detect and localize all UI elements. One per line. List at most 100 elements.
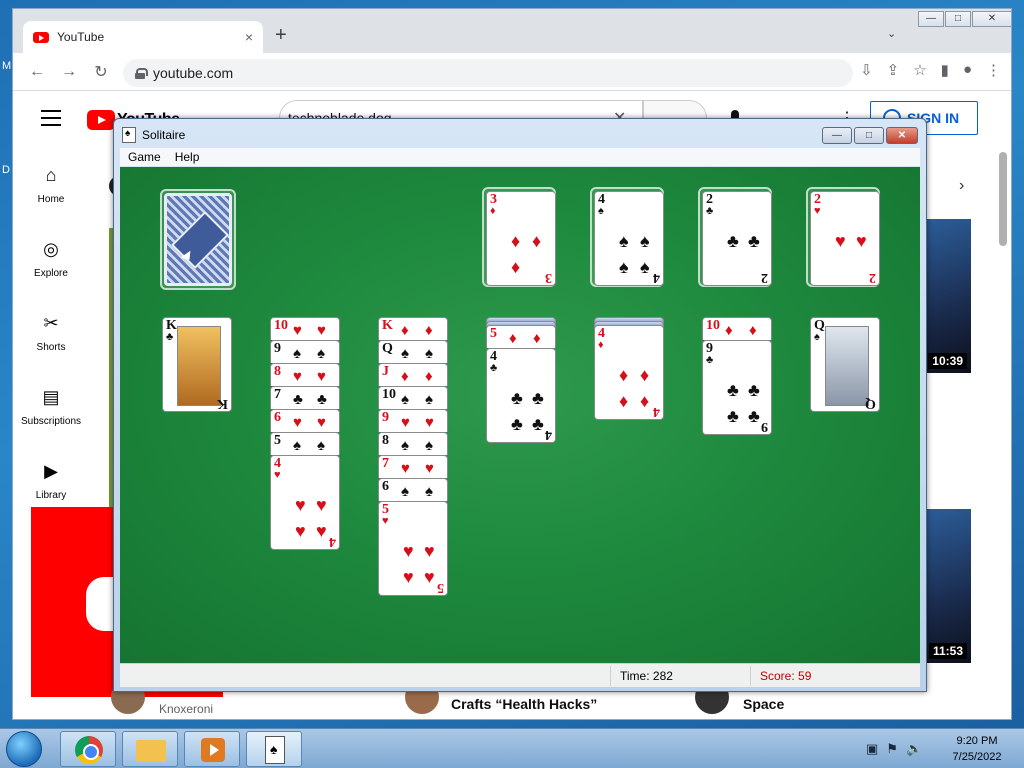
card-suit: ♦ <box>533 330 541 347</box>
tableau-card[interactable]: 8 ♥ ♥ <box>270 363 340 386</box>
card-suit: ♥ <box>401 460 410 477</box>
chrome-menu-icon[interactable]: ⋮ <box>986 61 1001 79</box>
video-thumbnail-1[interactable]: 10:39 <box>921 219 971 373</box>
maximize-button[interactable]: □ <box>945 11 971 27</box>
tableau-card[interactable]: J ♦ ♦ <box>378 363 448 386</box>
share-icon[interactable]: ⇪ <box>887 61 900 79</box>
tab-close-icon[interactable]: × <box>245 29 253 45</box>
tableau-card[interactable]: 5 ♥ ♥ ♥ ♥ ♥ 5 <box>378 501 448 596</box>
minimize-button[interactable]: — <box>822 127 852 144</box>
tableau-card[interactable]: 10 ♠ ♠ <box>378 386 448 409</box>
tab-youtube[interactable]: YouTube × <box>23 21 263 53</box>
sidebar-item-explore[interactable]: ◎ Explore <box>13 222 89 296</box>
tableau-card[interactable]: 6 ♥ ♥ <box>270 409 340 432</box>
tableau-card[interactable]: Q ♠ Q <box>810 317 880 412</box>
menu-game[interactable]: Game <box>128 150 161 164</box>
install-icon[interactable]: ⇩ <box>860 61 873 79</box>
score: Score: 59 <box>760 669 811 683</box>
reload-button[interactable]: ↻ <box>85 62 117 82</box>
foundation-card[interactable]: 3 ♦ ♦ ♦ ♦ 3 <box>486 191 556 286</box>
sidebar-item-subscriptions[interactable]: ▤ Subscriptions <box>13 370 89 444</box>
video-thumbnail-2[interactable]: 11:53 <box>921 509 971 663</box>
foundation-pile[interactable]: 3 ♦ ♦ ♦ ♦ 3 <box>482 187 556 287</box>
tableau-card[interactable]: K ♦ ♦ <box>378 317 448 340</box>
card-rank: 6 <box>274 410 281 425</box>
card-pip: ♣ <box>748 380 760 400</box>
lock-icon[interactable] <box>135 67 148 79</box>
taskbar-chrome[interactable] <box>60 731 116 767</box>
tableau-card[interactable]: 10 ♥ ♥ <box>270 317 340 340</box>
folder-icon <box>136 740 166 762</box>
card-suit: ♦ <box>509 330 517 347</box>
card-back[interactable] <box>164 193 232 286</box>
foundation-card[interactable]: 2 ♥ ♥ ♥ 2 <box>810 191 880 286</box>
card-suit: ♠ <box>425 345 433 362</box>
forward-button[interactable]: → <box>53 63 85 81</box>
bookmark-star-icon[interactable]: ☆ <box>913 61 926 79</box>
sidebar-item-shorts[interactable]: ✂ Shorts <box>13 296 89 370</box>
card-rank: 5 <box>274 433 281 448</box>
video-title[interactable]: Space <box>743 696 784 712</box>
address-bar[interactable]: youtube.com <box>123 59 853 87</box>
tableau-card[interactable]: 4 ♣ ♣ ♣ ♣ ♣ 4 <box>486 348 556 443</box>
chevron-right-icon[interactable]: › <box>959 177 964 195</box>
game-board[interactable]: 3 ♦ ♦ ♦ ♦ 3 4 ♠ ♠ ♠ ♠ ♠ 4 2 ♣ ♣ ♣ 2 2 ♥ ♥ ♥ 2 K ♣ K 10 ♥ ♥ 9 ♠ ♠ 8 ♥ ♥ 7 ♣ ♣… <box>120 167 920 663</box>
network-icon[interactable]: ▣ <box>866 741 878 757</box>
card-rank-bottom: 3 <box>545 270 552 285</box>
card-suit: ♠ <box>401 483 409 500</box>
side-panel-icon[interactable]: ▮ <box>941 61 949 79</box>
menu-icon[interactable] <box>41 110 61 131</box>
tableau-card[interactable]: 7 ♣ ♣ <box>270 386 340 409</box>
card-pip: ♠ <box>640 231 650 251</box>
tableau-card[interactable]: 7 ♥ ♥ <box>378 455 448 478</box>
tableau-card[interactable]: 8 ♠ ♠ <box>378 432 448 455</box>
maximize-button[interactable]: □ <box>854 127 884 144</box>
channel-name[interactable]: Knoxeroni <box>159 702 213 716</box>
sidebar-item-home[interactable]: ⌂ Home <box>13 148 89 222</box>
card-rank: 6 <box>382 479 389 494</box>
tableau-card[interactable]: 9 ♣ ♣ ♣ ♣ ♣ 9 <box>702 340 772 435</box>
clock[interactable]: 9:20 PM 7/25/2022 <box>942 733 1012 765</box>
video-title[interactable]: Crafts “Health Hacks” <box>451 696 597 712</box>
foundation-pile[interactable]: 2 ♣ ♣ ♣ 2 <box>698 187 772 287</box>
tableau-card[interactable]: 6 ♠ ♠ <box>378 478 448 501</box>
card-suit: ♠ <box>293 437 301 454</box>
page-scrollbar[interactable] <box>999 152 1007 246</box>
menu-help[interactable]: Help <box>175 150 200 164</box>
tableau-card[interactable]: 5 ♠ ♠ <box>270 432 340 455</box>
taskbar-media-player[interactable] <box>184 731 240 767</box>
tableau-card[interactable]: 5 ♦ ♦ <box>486 325 556 348</box>
close-button[interactable]: ✕ <box>886 127 918 144</box>
foundation-pile[interactable]: 2 ♥ ♥ ♥ 2 <box>806 187 880 287</box>
card-suit: ♦ <box>401 322 409 339</box>
menu-bar: Game Help <box>120 148 920 166</box>
tableau-card[interactable]: 4 ♥ ♥ ♥ ♥ ♥ 4 <box>270 455 340 550</box>
back-button[interactable]: ← <box>21 63 53 81</box>
action-center-flag-icon[interactable]: ⚑ <box>886 741 898 757</box>
tableau-card[interactable]: 9 ♠ ♠ <box>270 340 340 363</box>
volume-icon[interactable]: 🔈 <box>906 741 922 757</box>
tableau-card[interactable]: K ♣ K <box>162 317 232 412</box>
profile-icon[interactable]: ● <box>963 61 972 79</box>
stock-pile[interactable] <box>160 189 236 290</box>
card-rank-bottom: 2 <box>761 270 768 285</box>
close-button[interactable]: ✕ <box>972 11 1011 27</box>
foundation-card[interactable]: 2 ♣ ♣ ♣ 2 <box>702 191 772 286</box>
card-rank-bottom: 9 <box>761 419 768 434</box>
card-pip: ♣ <box>727 231 739 251</box>
tableau-card[interactable]: 9 ♥ ♥ <box>378 409 448 432</box>
taskbar-solitaire[interactable] <box>246 731 302 767</box>
tableau-card[interactable]: Q ♠ ♠ <box>378 340 448 363</box>
foundation-card[interactable]: 4 ♠ ♠ ♠ ♠ ♠ 4 <box>594 191 664 286</box>
new-tab-button[interactable]: + <box>275 25 287 45</box>
tableau-card[interactable]: 10 ♦ ♦ <box>702 317 772 340</box>
minimize-button[interactable]: — <box>918 11 944 27</box>
taskbar-explorer[interactable] <box>122 731 178 767</box>
tab-strip: YouTube × + ⌄ — □ ✕ <box>13 9 1011 53</box>
start-button[interactable] <box>6 731 42 767</box>
card-pip: ♣ <box>727 406 739 426</box>
card-pip: ♥ <box>424 567 435 587</box>
tab-search-button[interactable]: ⌄ <box>887 27 896 40</box>
tableau-card[interactable]: 4 ♦ ♦ ♦ ♦ ♦ 4 <box>594 325 664 420</box>
foundation-pile[interactable]: 4 ♠ ♠ ♠ ♠ ♠ 4 <box>590 187 664 287</box>
